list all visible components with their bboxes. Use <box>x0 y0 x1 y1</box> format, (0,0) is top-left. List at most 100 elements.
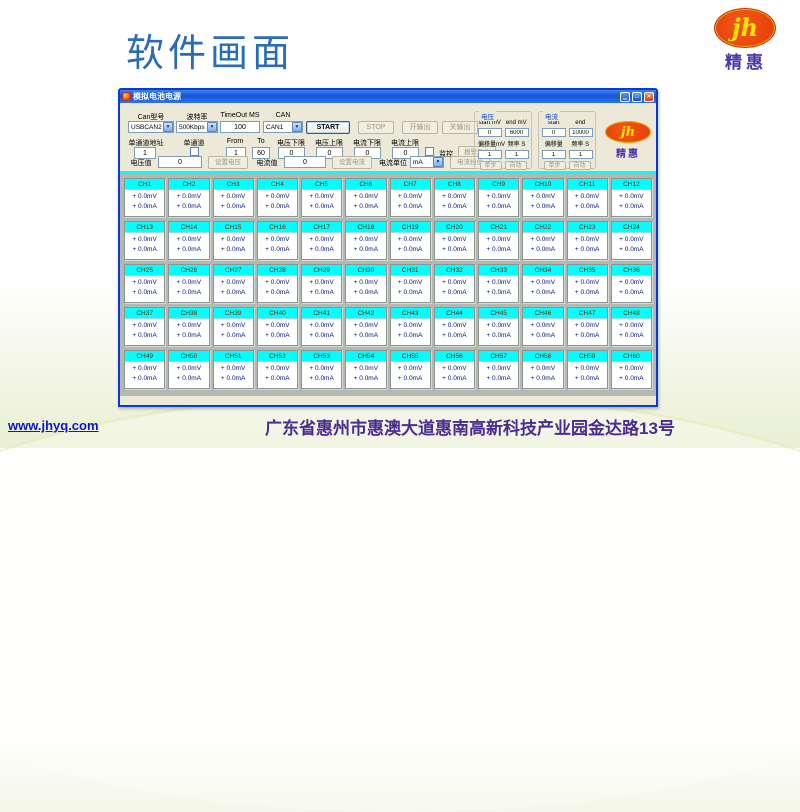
channel-cell[interactable]: CH9+ 0.0mV+ 0.0mA <box>478 178 519 217</box>
channel-cell[interactable]: CH29+ 0.0mV+ 0.0mA <box>301 264 342 303</box>
dropdown-icon[interactable]: ▼ <box>292 122 302 132</box>
stop-button[interactable]: STOP <box>358 121 394 134</box>
dropdown-icon[interactable]: ▼ <box>163 122 173 132</box>
channel-cell[interactable]: CH44+ 0.0mV+ 0.0mA <box>434 307 475 346</box>
maximize-icon[interactable]: □ <box>632 92 642 102</box>
voltage-start-input[interactable] <box>478 128 502 137</box>
channel-cell[interactable]: CH35+ 0.0mV+ 0.0mA <box>567 264 608 303</box>
start-button[interactable]: START <box>306 121 350 134</box>
monitor-checkbox[interactable] <box>425 147 434 156</box>
channel-cell[interactable]: CH25+ 0.0mV+ 0.0mA <box>124 264 165 303</box>
channel-cell[interactable]: CH49+ 0.0mV+ 0.0mA <box>124 350 165 389</box>
current-group: 电流 start end 偏移量 频率 S 单步 自动 <box>538 111 596 169</box>
timeout-input[interactable] <box>220 121 260 133</box>
voltage-value-input[interactable] <box>158 156 202 168</box>
channel-grid-panel: CH1+ 0.0mV+ 0.0mACH2+ 0.0mV+ 0.0mACH3+ 0… <box>120 171 656 396</box>
channel-cell[interactable]: CH53+ 0.0mV+ 0.0mA <box>301 350 342 389</box>
channel-cell[interactable]: CH20+ 0.0mV+ 0.0mA <box>434 221 475 260</box>
channel-cell[interactable]: CH23+ 0.0mV+ 0.0mA <box>567 221 608 260</box>
set-voltage-button[interactable]: 设置电压 <box>208 156 248 169</box>
channel-cell[interactable]: CH27+ 0.0mV+ 0.0mA <box>213 264 254 303</box>
channel-cell[interactable]: CH43+ 0.0mV+ 0.0mA <box>390 307 431 346</box>
channel-cell[interactable]: CH55+ 0.0mV+ 0.0mA <box>390 350 431 389</box>
channel-cell[interactable]: CH30+ 0.0mV+ 0.0mA <box>345 264 386 303</box>
channel-cell[interactable]: CH13+ 0.0mV+ 0.0mA <box>124 221 165 260</box>
channel-cell[interactable]: CH33+ 0.0mV+ 0.0mA <box>478 264 519 303</box>
baud-select[interactable]: 500Kbps ▼ <box>176 121 218 133</box>
channel-cell[interactable]: CH58+ 0.0mV+ 0.0mA <box>522 350 563 389</box>
channel-cell[interactable]: CH10+ 0.0mV+ 0.0mA <box>522 178 563 217</box>
channel-cell[interactable]: CH17+ 0.0mV+ 0.0mA <box>301 221 342 260</box>
channel-cell[interactable]: CH34+ 0.0mV+ 0.0mA <box>522 264 563 303</box>
channel-cell[interactable]: CH26+ 0.0mV+ 0.0mA <box>168 264 209 303</box>
channel-cell[interactable]: CH12+ 0.0mV+ 0.0mA <box>611 178 652 217</box>
channel-cell[interactable]: CH39+ 0.0mV+ 0.0mA <box>213 307 254 346</box>
channel-cell[interactable]: CH2+ 0.0mV+ 0.0mA <box>168 178 209 217</box>
current-start-input[interactable] <box>542 128 566 137</box>
single-channel-checkbox[interactable] <box>190 147 199 156</box>
channel-cell[interactable]: CH6+ 0.0mV+ 0.0mA <box>345 178 386 217</box>
channel-cell[interactable]: CH47+ 0.0mV+ 0.0mA <box>567 307 608 346</box>
channel-cell[interactable]: CH24+ 0.0mV+ 0.0mA <box>611 221 652 260</box>
channel-cell[interactable]: CH37+ 0.0mV+ 0.0mA <box>124 307 165 346</box>
channel-cell[interactable]: CH56+ 0.0mV+ 0.0mA <box>434 350 475 389</box>
channel-cell[interactable]: CH4+ 0.0mV+ 0.0mA <box>257 178 298 217</box>
channel-cell[interactable]: CH14+ 0.0mV+ 0.0mA <box>168 221 209 260</box>
channel-cell[interactable]: CH57+ 0.0mV+ 0.0mA <box>478 350 519 389</box>
channel-current: + 0.0mA <box>612 331 651 341</box>
voltage-auto-button[interactable]: 自动 <box>505 161 527 170</box>
current-value-input[interactable] <box>284 156 326 168</box>
current-end-input[interactable] <box>569 128 593 137</box>
channel-cell[interactable]: CH7+ 0.0mV+ 0.0mA <box>390 178 431 217</box>
set-current-button[interactable]: 设置电流 <box>332 156 372 169</box>
channel-cell[interactable]: CH60+ 0.0mV+ 0.0mA <box>611 350 652 389</box>
channel-cell[interactable]: CH32+ 0.0mV+ 0.0mA <box>434 264 475 303</box>
voltage-freq-input[interactable] <box>505 150 529 159</box>
current-unit-select[interactable]: mA ▼ <box>410 156 444 168</box>
channel-cell[interactable]: CH16+ 0.0mV+ 0.0mA <box>257 221 298 260</box>
channel-cell[interactable]: CH48+ 0.0mV+ 0.0mA <box>611 307 652 346</box>
channel-cell[interactable]: CH59+ 0.0mV+ 0.0mA <box>567 350 608 389</box>
channel-cell[interactable]: CH15+ 0.0mV+ 0.0mA <box>213 221 254 260</box>
channel-cell[interactable]: CH22+ 0.0mV+ 0.0mA <box>522 221 563 260</box>
channel-cell[interactable]: CH51+ 0.0mV+ 0.0mA <box>213 350 254 389</box>
channel-cell[interactable]: CH11+ 0.0mV+ 0.0mA <box>567 178 608 217</box>
channel-cell[interactable]: CH18+ 0.0mV+ 0.0mA <box>345 221 386 260</box>
current-offset-input[interactable] <box>542 150 566 159</box>
voltage-step-button[interactable]: 单步 <box>480 161 502 170</box>
close-output-button[interactable]: 关输出 <box>442 121 478 134</box>
current-step-button[interactable]: 单步 <box>544 161 566 170</box>
channel-current: + 0.0mA <box>523 331 562 341</box>
close-icon[interactable]: ✕ <box>644 92 654 102</box>
channel-cell[interactable]: CH8+ 0.0mV+ 0.0mA <box>434 178 475 217</box>
channel-cell[interactable]: CH54+ 0.0mV+ 0.0mA <box>345 350 386 389</box>
open-output-button[interactable]: 开输出 <box>402 121 438 134</box>
channel-cell[interactable]: CH45+ 0.0mV+ 0.0mA <box>478 307 519 346</box>
channel-cell[interactable]: CH36+ 0.0mV+ 0.0mA <box>611 264 652 303</box>
channel-cell[interactable]: CH1+ 0.0mV+ 0.0mA <box>124 178 165 217</box>
channel-cell[interactable]: CH38+ 0.0mV+ 0.0mA <box>168 307 209 346</box>
can-channel-select[interactable]: CAN1 ▼ <box>263 121 303 133</box>
channel-cell[interactable]: CH28+ 0.0mV+ 0.0mA <box>257 264 298 303</box>
channel-cell[interactable]: CH40+ 0.0mV+ 0.0mA <box>257 307 298 346</box>
channel-cell[interactable]: CH31+ 0.0mV+ 0.0mA <box>390 264 431 303</box>
channel-cell[interactable]: CH21+ 0.0mV+ 0.0mA <box>478 221 519 260</box>
voltage-end-input[interactable] <box>505 128 529 137</box>
channel-cell[interactable]: CH41+ 0.0mV+ 0.0mA <box>301 307 342 346</box>
channel-cell[interactable]: CH42+ 0.0mV+ 0.0mA <box>345 307 386 346</box>
footer-url-link[interactable]: www.jhyq.com <box>8 418 99 433</box>
channel-cell[interactable]: CH5+ 0.0mV+ 0.0mA <box>301 178 342 217</box>
current-freq-input[interactable] <box>569 150 593 159</box>
dropdown-icon[interactable]: ▼ <box>207 122 217 132</box>
channel-cell[interactable]: CH50+ 0.0mV+ 0.0mA <box>168 350 209 389</box>
can-model-select[interactable]: USBCAN2 ▼ <box>128 121 174 133</box>
current-auto-button[interactable]: 自动 <box>569 161 591 170</box>
channel-cell[interactable]: CH19+ 0.0mV+ 0.0mA <box>390 221 431 260</box>
channel-cell[interactable]: CH3+ 0.0mV+ 0.0mA <box>213 178 254 217</box>
voltage-offset-input[interactable] <box>478 150 502 159</box>
minimize-icon[interactable]: ▁ <box>620 92 630 102</box>
channel-cell[interactable]: CH46+ 0.0mV+ 0.0mA <box>522 307 563 346</box>
window-titlebar[interactable]: 模拟电池电源 ▁ □ ✕ <box>120 90 656 103</box>
dropdown-icon[interactable]: ▼ <box>433 157 443 167</box>
channel-cell[interactable]: CH52+ 0.0mV+ 0.0mA <box>257 350 298 389</box>
